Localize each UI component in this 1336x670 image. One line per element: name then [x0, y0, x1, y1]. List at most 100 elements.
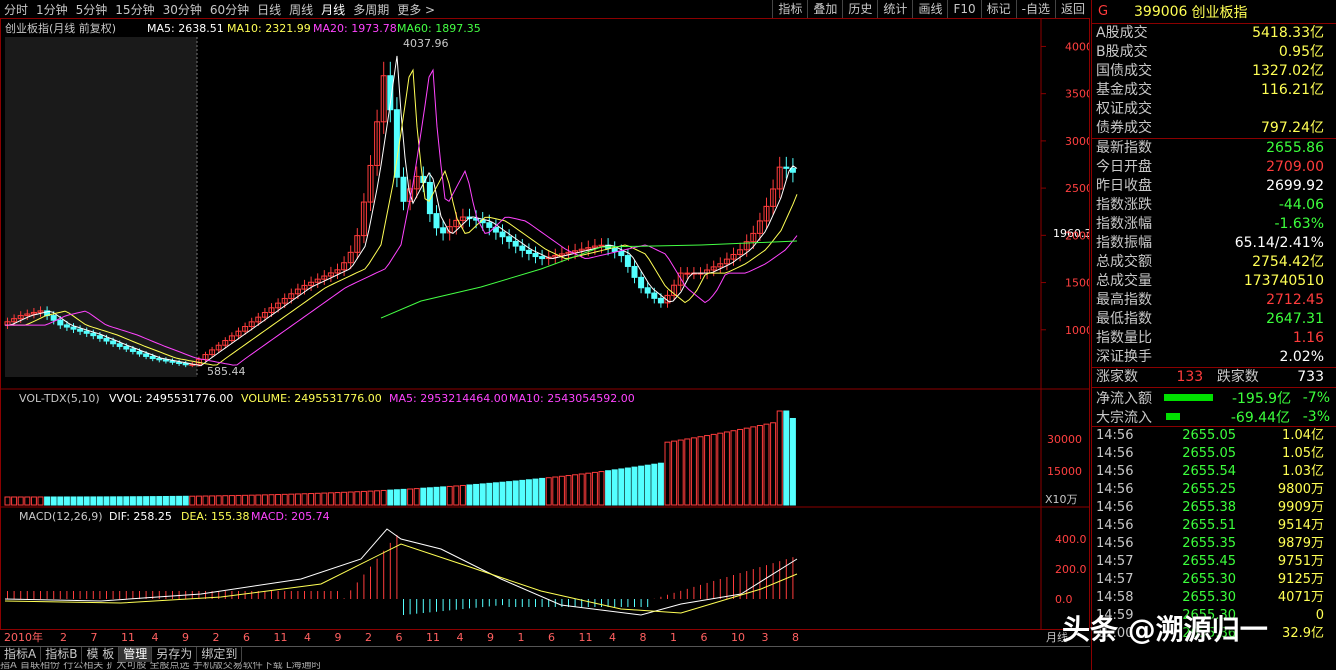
stat-value: 2647.31: [1266, 311, 1324, 327]
period-tab-7[interactable]: 周线: [285, 1, 317, 18]
date-tick: 6: [243, 631, 250, 644]
stat-label: 深证换手: [1096, 349, 1152, 365]
date-tick: 6: [396, 631, 403, 644]
candle-body: [149, 355, 156, 360]
action-button-5[interactable]: F10: [947, 0, 980, 18]
index-code: 399006: [1134, 3, 1188, 20]
volume-bar: [737, 428, 744, 506]
stat-row: 指数振幅 65.14/2.41%: [1092, 234, 1336, 253]
period-tab-3[interactable]: 15分钟: [111, 1, 158, 18]
action-button-8[interactable]: 返回: [1054, 0, 1090, 18]
period-tab-10[interactable]: 更多 >: [393, 1, 439, 18]
volume-bar: [598, 471, 605, 506]
y-tick-label: 3000: [1065, 135, 1089, 148]
dea-label: DEA: 155.38: [181, 510, 249, 523]
volume-bar: [426, 487, 433, 506]
candle-body: [426, 181, 433, 215]
volume-bar: [704, 435, 711, 506]
fall-count: 733: [1297, 369, 1324, 385]
tick-time: 14:56: [1096, 518, 1134, 533]
volume-bar: [24, 496, 31, 506]
tick-row[interactable]: 14:57 2655.30 9125万: [1092, 571, 1336, 589]
candle-body: [433, 213, 440, 229]
bottom-tab-5[interactable]: 绑定到: [197, 647, 243, 662]
stat-label: 债券成交: [1096, 120, 1152, 136]
tick-row[interactable]: 14:56 2655.35 9879万: [1092, 535, 1336, 553]
volume-bar: [387, 489, 394, 506]
volume-bar: [281, 493, 288, 506]
period-tab-5[interactable]: 60分钟: [206, 1, 253, 18]
rise-count: 133: [1176, 369, 1204, 385]
volume-bar: [354, 491, 361, 506]
bottom-tab-3[interactable]: 管理: [119, 647, 153, 662]
tick-row[interactable]: 14:56 2655.05 1.05亿: [1092, 445, 1336, 463]
tick-row[interactable]: 14:58 2655.30 4071万: [1092, 589, 1336, 607]
stat-label: 最新指数: [1096, 140, 1152, 156]
action-button-3[interactable]: 统计: [877, 0, 912, 18]
volume-bar: [288, 493, 295, 506]
tick-volume: 9879万: [1277, 536, 1324, 551]
candle-body: [136, 350, 143, 355]
stat-value: 1327.02亿: [1252, 63, 1324, 79]
volume-bar: [750, 426, 757, 506]
candle-body: [638, 276, 645, 289]
volume-bar: [664, 441, 671, 506]
period-tab-0[interactable]: 分时: [0, 1, 32, 18]
tick-row[interactable]: 14:56 2655.05 1.04亿: [1092, 427, 1336, 445]
volume-bar: [644, 464, 651, 506]
tick-row[interactable]: 14:56 2655.38 9909万: [1092, 499, 1336, 517]
candle-body: [90, 332, 97, 337]
tick-row[interactable]: 14:56 2655.51 9514万: [1092, 517, 1336, 535]
tick-row[interactable]: 14:56 2655.25 9800万: [1092, 481, 1336, 499]
volume-bar: [334, 492, 341, 506]
bottom-tab-1[interactable]: 指标B: [41, 647, 83, 662]
period-tab-2[interactable]: 5分钟: [72, 1, 112, 18]
ma60-label: MA60: 1897.35: [397, 22, 481, 35]
volume-bar: [182, 495, 189, 506]
action-button-7[interactable]: -自选: [1015, 0, 1055, 18]
period-tab-9[interactable]: 多周期: [349, 1, 393, 18]
flow-bar: [1166, 413, 1181, 420]
tick-price: 2655.35: [1182, 536, 1236, 551]
bottom-tab-4[interactable]: 另存为: [152, 647, 198, 662]
volume-bar: [420, 487, 427, 506]
volume-bar: [789, 417, 796, 506]
period-tab-8[interactable]: 月线: [317, 1, 349, 18]
flow-pct: -3%: [1302, 408, 1330, 425]
period-tab-6[interactable]: 日线: [253, 1, 285, 18]
kline-chart[interactable]: 创业板指(月线 前复权) MA5: 2638.51 MA10: 2321.99 …: [1, 19, 1093, 629]
stat-label: 指数振幅: [1096, 235, 1152, 251]
tick-row[interactable]: 14:56 2655.54 1.03亿: [1092, 463, 1336, 481]
bottom-tab-0[interactable]: 指标A: [0, 647, 42, 662]
volume-bar: [677, 439, 684, 506]
bottom-tab-2[interactable]: 模 板: [82, 647, 120, 662]
turnover-stats: A股成交 5418.33亿 B股成交 0.95亿 国债成交 1327.02亿 基金成交 116…: [1092, 24, 1336, 138]
date-tick: 7: [91, 631, 98, 644]
action-button-4[interactable]: 画线: [912, 0, 947, 18]
action-button-2[interactable]: 历史: [842, 0, 877, 18]
stat-label: 国债成交: [1096, 63, 1152, 79]
date-tick: 11: [274, 631, 288, 644]
action-button-0[interactable]: 指标: [772, 0, 807, 18]
macd-tick-label: 400.0: [1055, 533, 1087, 546]
action-button-6[interactable]: 标记: [980, 0, 1016, 18]
period-tab-4[interactable]: 30分钟: [159, 1, 206, 18]
chart-area[interactable]: 创业板指(月线 前复权) MA5: 2638.51 MA10: 2321.99 …: [0, 18, 1093, 630]
volume-bar: [374, 490, 381, 506]
candle-body: [83, 330, 90, 334]
tick-row[interactable]: 14:57 2655.45 9751万: [1092, 553, 1336, 571]
tick-volume: 9800万: [1277, 482, 1324, 497]
volume-bar: [321, 492, 328, 506]
stat-row: 最新指数 2655.86: [1092, 139, 1336, 158]
volume-bar: [341, 491, 348, 506]
candle-body: [70, 326, 77, 330]
period-tab-1[interactable]: 1分钟: [32, 1, 72, 18]
volume-bar: [308, 493, 315, 506]
volume-bar: [591, 471, 598, 506]
candle-body: [63, 324, 70, 328]
volume-bar: [552, 476, 559, 506]
volume-bar: [572, 474, 579, 506]
volume-bar: [605, 470, 612, 506]
action-button-1[interactable]: 叠加: [807, 0, 842, 18]
tick-price: 2655.05: [1182, 446, 1236, 461]
